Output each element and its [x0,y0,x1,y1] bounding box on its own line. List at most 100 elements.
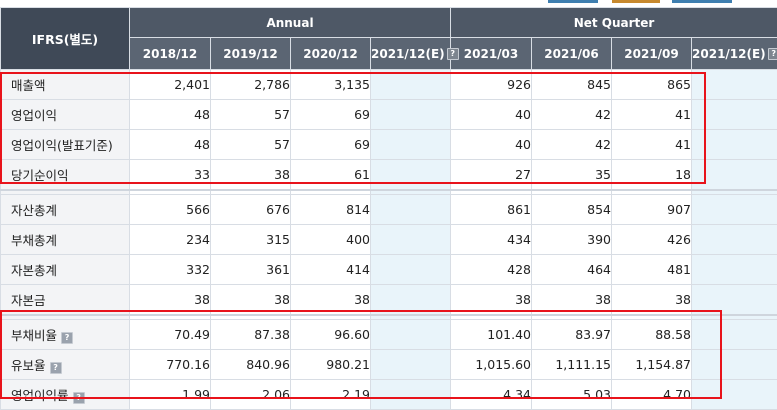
row-label-text: 당기순이익 [11,168,69,183]
value-cell: 481 [612,255,692,285]
value-cell: 390 [532,225,612,255]
estimate-cell [371,100,451,130]
estimate-cell [692,195,777,225]
value-cell: 57 [211,100,291,130]
value-cell: 38 [291,285,371,316]
info-icon[interactable]: ? [50,362,62,374]
top-strip [0,0,777,7]
info-icon[interactable]: ? [61,332,73,344]
value-cell: 361 [211,255,291,285]
value-cell: 69 [291,130,371,160]
row-label-text: 유보율 [11,358,46,373]
value-cell: 18 [612,160,692,191]
annual-period-header: 2019/12 [211,38,291,70]
quarter-estimate-label: 2021/12(E) [692,47,766,61]
estimate-cell [371,160,451,191]
info-icon[interactable]: ? [447,48,459,60]
value-cell: 234 [130,225,211,255]
value-cell: 35 [532,160,612,191]
quarter-period-header: 2021/09 [612,38,692,70]
table-row: 부채비율?70.4987.3896.60101.4083.9788.58 [1,320,777,350]
estimate-cell [692,255,777,285]
value-cell: 41 [612,100,692,130]
financial-summary-table: IFRS(별도) Annual Net Quarter 2018/12 2019… [0,7,777,410]
value-cell: 1,111.15 [532,350,612,380]
top-tab-indicator [612,0,660,3]
table-row: 영업이익485769404241 [1,100,777,130]
estimate-cell [371,380,451,410]
row-label: 매출액 [1,70,130,100]
estimate-cell [692,350,777,380]
row-label: 자본총계 [1,255,130,285]
value-cell: 840.96 [211,350,291,380]
value-cell: 101.40 [451,320,532,350]
value-cell: 845 [532,70,612,100]
value-cell: 40 [451,100,532,130]
table-row: 영업이익률?1.992.062.194.345.034.70 [1,380,777,410]
table-row: 부채총계234315400434390426 [1,225,777,255]
value-cell: 1,154.87 [612,350,692,380]
value-cell: 3,135 [291,70,371,100]
value-cell: 42 [532,130,612,160]
estimate-cell [371,195,451,225]
row-label: 영업이익(발표기준) [1,130,130,160]
estimate-cell [692,160,777,191]
value-cell: 907 [612,195,692,225]
top-tab-indicator [672,0,732,3]
value-cell: 428 [451,255,532,285]
annual-period-header: 2020/12 [291,38,371,70]
value-cell: 38 [532,285,612,316]
value-cell: 814 [291,195,371,225]
annual-estimate-label: 2021/12(E) [371,47,445,61]
row-label-text: 영업이익(발표기준) [11,138,113,153]
value-cell: 2.19 [291,380,371,410]
estimate-cell [371,285,451,316]
value-cell: 464 [532,255,612,285]
quarter-period-header: 2021/06 [532,38,612,70]
row-label: 부채비율? [1,320,130,350]
value-cell: 426 [612,225,692,255]
value-cell: 1,015.60 [451,350,532,380]
row-label-text: 부채비율 [11,328,57,343]
row-label-text: 자본총계 [11,263,57,278]
estimate-cell [692,225,777,255]
table-row: 당기순이익333861273518 [1,160,777,191]
value-cell: 38 [451,285,532,316]
value-cell: 770.16 [130,350,211,380]
value-cell: 41 [612,130,692,160]
estimate-cell [692,70,777,100]
table-row: 자본금383838383838 [1,285,777,316]
value-cell: 926 [451,70,532,100]
value-cell: 83.97 [532,320,612,350]
estimate-cell [692,285,777,316]
value-cell: 4.70 [612,380,692,410]
value-cell: 676 [211,195,291,225]
info-icon[interactable]: ? [73,392,85,404]
value-cell: 96.60 [291,320,371,350]
value-cell: 2,786 [211,70,291,100]
value-cell: 69 [291,100,371,130]
annual-period-header: 2018/12 [130,38,211,70]
row-label: 부채총계 [1,225,130,255]
row-label-text: 자산총계 [11,203,57,218]
value-cell: 400 [291,225,371,255]
info-icon[interactable]: ? [768,48,777,60]
value-cell: 980.21 [291,350,371,380]
value-cell: 33 [130,160,211,191]
estimate-cell [692,380,777,410]
net-quarter-header: Net Quarter [451,8,777,38]
row-label-text: 영업이익률 [11,388,69,403]
estimate-cell [371,70,451,100]
value-cell: 332 [130,255,211,285]
table-row: 유보율? 770.16840.96980.21 1,015.601,111.151,… [1,350,777,380]
ifrs-header: IFRS(별도) [1,8,130,70]
value-cell: 5.03 [532,380,612,410]
value-cell: 38 [612,285,692,316]
value-cell: 38 [211,285,291,316]
row-label-text: 매출액 [11,78,46,93]
value-cell: 61 [291,160,371,191]
row-label-text: 자본금 [11,293,46,308]
quarter-estimate-header: 2021/12(E)? [692,38,777,70]
value-cell: 434 [451,225,532,255]
value-cell: 4.34 [451,380,532,410]
